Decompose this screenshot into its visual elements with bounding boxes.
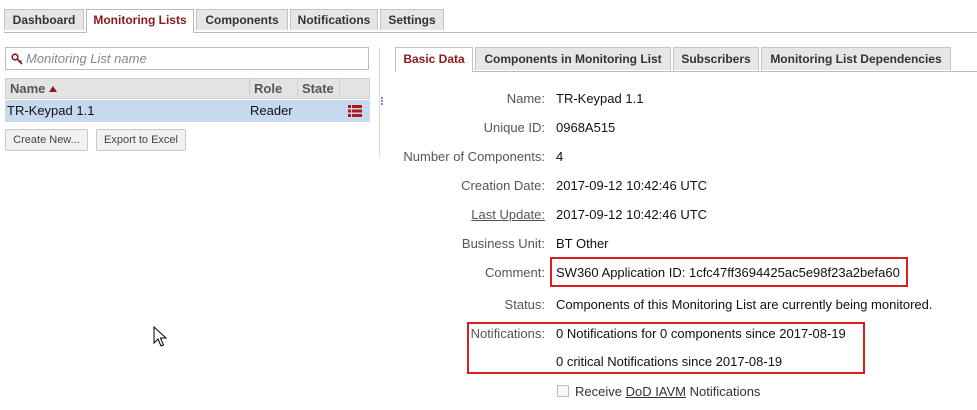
sort-ascending-icon: [49, 86, 58, 92]
top-tab-bar: Dashboard Monitoring Lists Components No…: [4, 9, 977, 33]
creation-date-label: Creation Date:: [461, 178, 545, 193]
create-new-button[interactable]: Create New...: [5, 129, 88, 151]
status-label: Status:: [504, 297, 545, 312]
monitoring-list-search: [5, 47, 369, 70]
dod-iavm-link[interactable]: DoD IAVM: [626, 384, 686, 399]
tab-components[interactable]: Components: [196, 9, 288, 30]
tab-basic-data[interactable]: Basic Data: [395, 47, 473, 72]
unique-id-value: 0968A515: [556, 120, 616, 135]
receive-suffix: Notifications: [686, 384, 761, 399]
tab-monitoring-lists[interactable]: Monitoring Lists: [86, 9, 194, 33]
search-input[interactable]: [26, 50, 356, 67]
comment-label: Comment:: [485, 265, 545, 280]
tab-notifications[interactable]: Notifications: [290, 9, 378, 30]
splitter-grip-icon: [381, 97, 383, 99]
row-role: Reader: [250, 103, 293, 118]
business-unit-value: BT Other: [556, 236, 609, 251]
column-name-label: Name: [10, 81, 46, 96]
notifications-highlight-box: [467, 322, 865, 374]
tab-components-in-list[interactable]: Components in Monitoring List: [475, 47, 671, 70]
column-header-role[interactable]: Role: [250, 79, 298, 98]
receive-prefix: Receive: [575, 384, 626, 399]
business-unit-label: Business Unit:: [461, 236, 545, 251]
tab-subscribers[interactable]: Subscribers: [673, 47, 759, 70]
mouse-cursor-icon: [153, 326, 167, 347]
receive-iavm-checkbox[interactable]: [557, 385, 569, 397]
status-value: Components of this Monitoring List are c…: [556, 297, 933, 312]
export-to-excel-button[interactable]: Export to Excel: [96, 129, 186, 151]
tab-settings[interactable]: Settings: [380, 9, 444, 30]
unique-id-label: Unique ID:: [483, 120, 545, 135]
tab-dependencies[interactable]: Monitoring List Dependencies: [761, 47, 951, 70]
list-details-icon[interactable]: [348, 105, 362, 117]
grid-header: Name Role State: [5, 78, 370, 99]
column-header-state[interactable]: State: [298, 79, 340, 98]
key-search-icon: [11, 53, 23, 65]
comment-highlight-box: [550, 257, 908, 287]
creation-date-value: 2017-09-12 10:42:46 UTC: [556, 178, 708, 193]
name-value: TR-Keypad 1.1: [556, 91, 644, 106]
table-row[interactable]: TR-Keypad 1.1 Reader: [5, 100, 370, 122]
tab-dashboard[interactable]: Dashboard: [4, 9, 84, 30]
receive-iavm-label[interactable]: Receive DoD IAVM Notifications: [575, 384, 760, 399]
last-update-label: Last Update:: [471, 207, 545, 222]
row-name: TR-Keypad 1.1: [7, 103, 95, 118]
column-header-name[interactable]: Name: [6, 79, 250, 98]
last-update-value: 2017-09-12 10:42:46 UTC: [556, 207, 708, 222]
name-label: Name:: [506, 91, 545, 106]
pane-splitter[interactable]: [379, 47, 384, 157]
component-count-label: Number of Components:: [403, 149, 545, 164]
component-count-value: 4: [556, 149, 564, 164]
detail-tab-bar: Basic Data Components in Monitoring List…: [395, 47, 977, 72]
